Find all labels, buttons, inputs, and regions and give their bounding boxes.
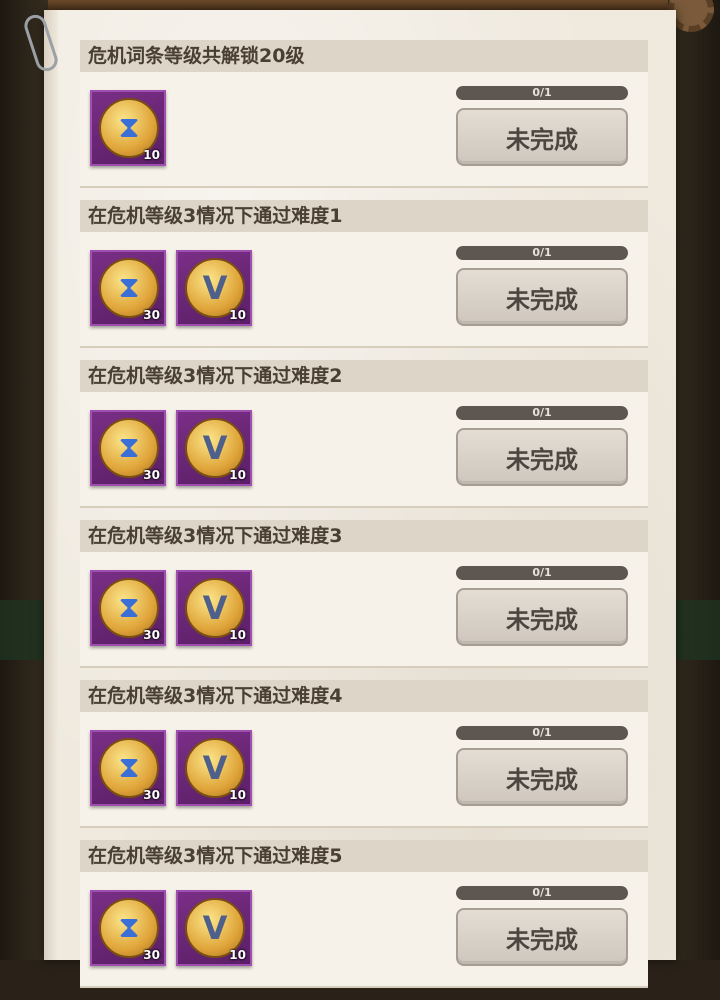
task-title: 在危机等级3情况下通过难度4 bbox=[88, 685, 343, 707]
progress-text: 0/1 bbox=[532, 886, 552, 899]
task-header: 在危机等级3情况下通过难度2 bbox=[80, 360, 648, 393]
reward-item[interactable]: V 10 bbox=[176, 250, 252, 326]
task-item: 在危机等级3情况下通过难度3 ⧗ 30 V 10 0/1 未完成 bbox=[80, 520, 648, 680]
task-body: ⧗ 30 V 10 0/1 未完成 bbox=[80, 712, 648, 828]
reward-item[interactable]: V 10 bbox=[176, 570, 252, 646]
progress-bar: 0/1 bbox=[456, 86, 628, 100]
reward-item[interactable]: V 10 bbox=[176, 730, 252, 806]
task-item: 危机词条等级共解锁20级 ⧗ 10 0/1 未完成 bbox=[80, 40, 648, 200]
reward-item[interactable]: ⧗ 30 bbox=[90, 410, 166, 486]
reward-count: 10 bbox=[143, 148, 160, 162]
task-body: ⧗ 30 V 10 0/1 未完成 bbox=[80, 392, 648, 508]
task-list[interactable]: 危机词条等级共解锁20级 ⧗ 10 0/1 未完成 在危机等级3情况下通过难度1… bbox=[80, 40, 648, 1000]
task-title: 危机词条等级共解锁20级 bbox=[88, 45, 305, 67]
task-header: 在危机等级3情况下通过难度5 bbox=[80, 840, 648, 873]
status-button[interactable]: 未完成 bbox=[456, 588, 628, 646]
reward-count: 10 bbox=[229, 468, 246, 482]
reward-count: 30 bbox=[143, 308, 160, 322]
task-body: ⧗ 30 V 10 0/1 未完成 bbox=[80, 872, 648, 988]
task-title: 在危机等级3情况下通过难度2 bbox=[88, 365, 343, 387]
progress-bar: 0/1 bbox=[456, 726, 628, 740]
progress-bar: 0/1 bbox=[456, 406, 628, 420]
reward-item[interactable]: V 10 bbox=[176, 890, 252, 966]
task-header: 危机词条等级共解锁20级 bbox=[80, 40, 648, 73]
reward-item[interactable]: ⧗ 30 bbox=[90, 730, 166, 806]
status-button[interactable]: 未完成 bbox=[456, 428, 628, 486]
task-header: 在危机等级3情况下通过难度1 bbox=[80, 200, 648, 233]
reward-count: 30 bbox=[143, 788, 160, 802]
reward-item[interactable]: ⧗ 30 bbox=[90, 570, 166, 646]
progress-text: 0/1 bbox=[532, 726, 552, 739]
reward-count: 30 bbox=[143, 628, 160, 642]
status-button[interactable]: 未完成 bbox=[456, 108, 628, 166]
status-button[interactable]: 未完成 bbox=[456, 908, 628, 966]
task-body: ⧗ 30 V 10 0/1 未完成 bbox=[80, 232, 648, 348]
task-item: 在危机等级3情况下通过难度5 ⧗ 30 V 10 0/1 未完成 bbox=[80, 840, 648, 1000]
progress-bar: 0/1 bbox=[456, 246, 628, 260]
task-item: 在危机等级3情况下通过难度4 ⧗ 30 V 10 0/1 未完成 bbox=[80, 680, 648, 840]
task-header: 在危机等级3情况下通过难度3 bbox=[80, 520, 648, 553]
progress-text: 0/1 bbox=[532, 566, 552, 579]
reward-item[interactable]: ⧗ 30 bbox=[90, 250, 166, 326]
progress-text: 0/1 bbox=[532, 86, 552, 99]
task-item: 在危机等级3情况下通过难度2 ⧗ 30 V 10 0/1 未完成 bbox=[80, 360, 648, 520]
reward-count: 30 bbox=[143, 468, 160, 482]
task-title: 在危机等级3情况下通过难度3 bbox=[88, 525, 343, 547]
reward-count: 10 bbox=[229, 788, 246, 802]
task-item: 在危机等级3情况下通过难度1 ⧗ 30 V 10 0/1 未完成 bbox=[80, 200, 648, 360]
reward-item[interactable]: ⧗ 10 bbox=[90, 90, 166, 166]
reward-count: 10 bbox=[229, 308, 246, 322]
task-title: 在危机等级3情况下通过难度1 bbox=[88, 205, 343, 227]
task-header: 在危机等级3情况下通过难度4 bbox=[80, 680, 648, 713]
reward-item[interactable]: ⧗ 30 bbox=[90, 890, 166, 966]
task-body: ⧗ 30 V 10 0/1 未完成 bbox=[80, 552, 648, 668]
reward-count: 10 bbox=[229, 628, 246, 642]
progress-bar: 0/1 bbox=[456, 886, 628, 900]
task-body: ⧗ 10 0/1 未完成 bbox=[80, 72, 648, 188]
reward-item[interactable]: V 10 bbox=[176, 410, 252, 486]
progress-bar: 0/1 bbox=[456, 566, 628, 580]
status-button[interactable]: 未完成 bbox=[456, 748, 628, 806]
status-button[interactable]: 未完成 bbox=[456, 268, 628, 326]
paper-edge bbox=[44, 10, 58, 960]
progress-text: 0/1 bbox=[532, 406, 552, 419]
task-title: 在危机等级3情况下通过难度5 bbox=[88, 845, 343, 867]
progress-text: 0/1 bbox=[532, 246, 552, 259]
